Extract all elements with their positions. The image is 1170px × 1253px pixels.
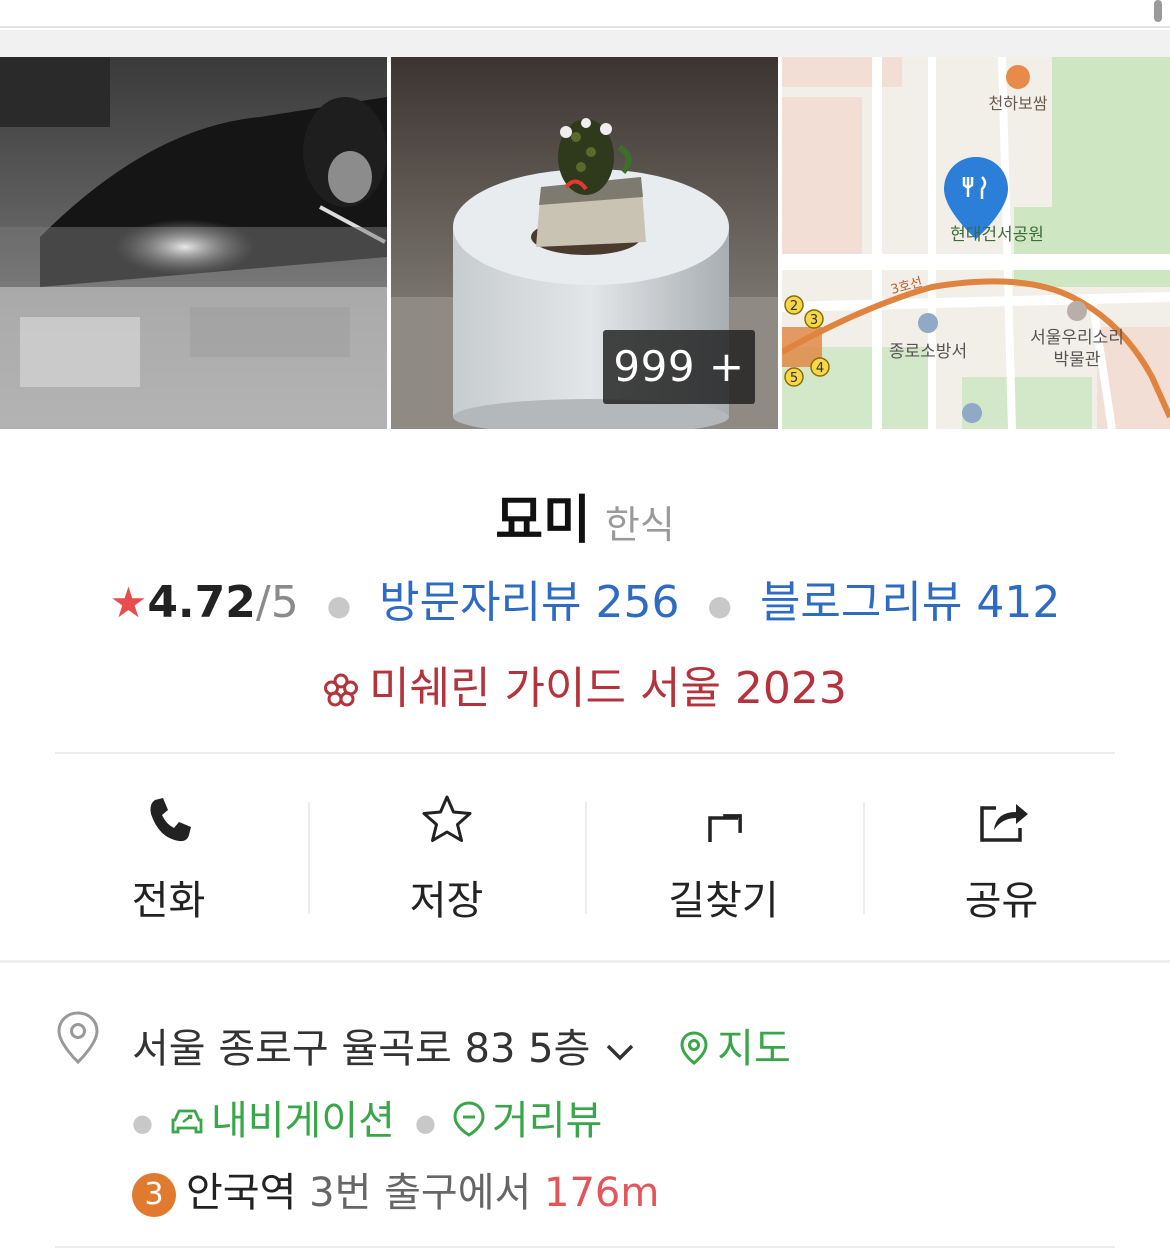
map-label-restaurant: 천하보쌈: [989, 94, 1048, 113]
divider: [55, 1246, 1115, 1248]
michelin-text: 미쉐린 가이드 서울 2023: [369, 663, 847, 714]
gallery-photo-dish[interactable]: 999 +: [391, 57, 778, 429]
photo-count-badge[interactable]: 999 +: [603, 330, 755, 404]
directions-icon: [707, 814, 742, 842]
share-button[interactable]: 공유: [863, 780, 1140, 924]
rating-summary: ★4.72/5 ● 방문자리뷰 256 ● 블로그리뷰 412: [0, 566, 1170, 630]
directions-button[interactable]: 길찾기: [585, 780, 862, 924]
photo-gallery[interactable]: 999 + 2 3 5 4 천하보쌈 현대건서공원 3호선 종로소방서 서울우리…: [0, 57, 1170, 429]
transit-info: 3 안국역 3번 출구에서 176m: [132, 1160, 659, 1218]
exit-info: 3번 출구에서: [309, 1170, 532, 1216]
share-label: 공유: [964, 878, 1039, 924]
action-bar: 전화 저장 길찾기 공유: [30, 780, 1140, 924]
separator-dot: ●: [132, 1109, 153, 1137]
map-exit-3: 3: [810, 313, 818, 328]
map-exit-2: 2: [790, 299, 798, 314]
map-exit-5: 5: [790, 371, 798, 386]
place-header: 묘미 한식: [0, 478, 1170, 553]
section-divider: [0, 960, 1170, 963]
scrollbar-thumb[interactable]: [1154, 0, 1162, 22]
separator-dot: ●: [326, 588, 352, 622]
map-label-fire-station: 종로소방서: [889, 342, 967, 362]
chevron-down-icon[interactable]: [602, 1040, 638, 1064]
navigation-link-label: 내비게이션: [210, 1098, 395, 1144]
separator-dot: ●: [414, 1109, 436, 1137]
visitor-reviews-link[interactable]: 방문자리뷰 256: [379, 577, 679, 628]
share-icon: [979, 804, 1028, 842]
map-label-museum-1: 서울우리소리: [1030, 328, 1124, 348]
location-pin-icon: [57, 1011, 99, 1065]
place-name: 묘미: [495, 491, 591, 551]
street-view-icon: [453, 1101, 485, 1137]
save-button[interactable]: 저장: [308, 780, 585, 924]
rating-out-of: /5: [255, 577, 299, 628]
map-link[interactable]: 지도: [679, 1026, 791, 1072]
walking-distance: 176m: [544, 1170, 660, 1216]
divider: [55, 752, 1115, 754]
navigation-link[interactable]: 내비게이션: [169, 1098, 395, 1144]
save-label: 저장: [409, 878, 484, 924]
header-spacer: [0, 30, 1170, 57]
car-navigation-icon: [171, 1109, 203, 1134]
subway-line-badge: 3: [132, 1173, 176, 1217]
address-text[interactable]: 서울 종로구 율곡로 83 5층: [132, 1026, 590, 1072]
directions-label: 길찾기: [668, 878, 779, 924]
blog-reviews-link[interactable]: 블로그리뷰 412: [760, 577, 1060, 628]
gallery-photo-chef[interactable]: [0, 57, 387, 429]
rating-score: 4.72: [147, 577, 256, 628]
map-label-museum-2: 박물관: [1054, 350, 1101, 370]
separator-dot: ●: [707, 588, 732, 622]
phone-icon: [150, 798, 191, 842]
call-button[interactable]: 전화: [30, 780, 307, 924]
map-pin-icon: [680, 1031, 708, 1065]
street-view-link-label: 거리뷰: [491, 1098, 603, 1144]
rating-star-icon: ★: [109, 578, 148, 627]
michelin-flower-icon: [324, 673, 359, 707]
map-link-label: 지도: [717, 1026, 791, 1072]
gallery-map-thumbnail[interactable]: 2 3 5 4 천하보쌈 현대건서공원 3호선 종로소방서 서울우리소리 박물관: [782, 57, 1170, 429]
star-outline-icon: [422, 795, 471, 842]
michelin-guide-badge[interactable]: 미쉐린 가이드 서울 2023: [0, 652, 1170, 716]
call-label: 전화: [131, 878, 206, 924]
street-view-link[interactable]: 거리뷰: [452, 1098, 602, 1144]
map-exit-4: 4: [816, 361, 824, 376]
browser-top-bar: [0, 0, 1170, 28]
place-category: 한식: [604, 503, 675, 547]
map-label-park: 현대건서공원: [950, 225, 1044, 245]
station-name: 안국역: [186, 1170, 297, 1216]
